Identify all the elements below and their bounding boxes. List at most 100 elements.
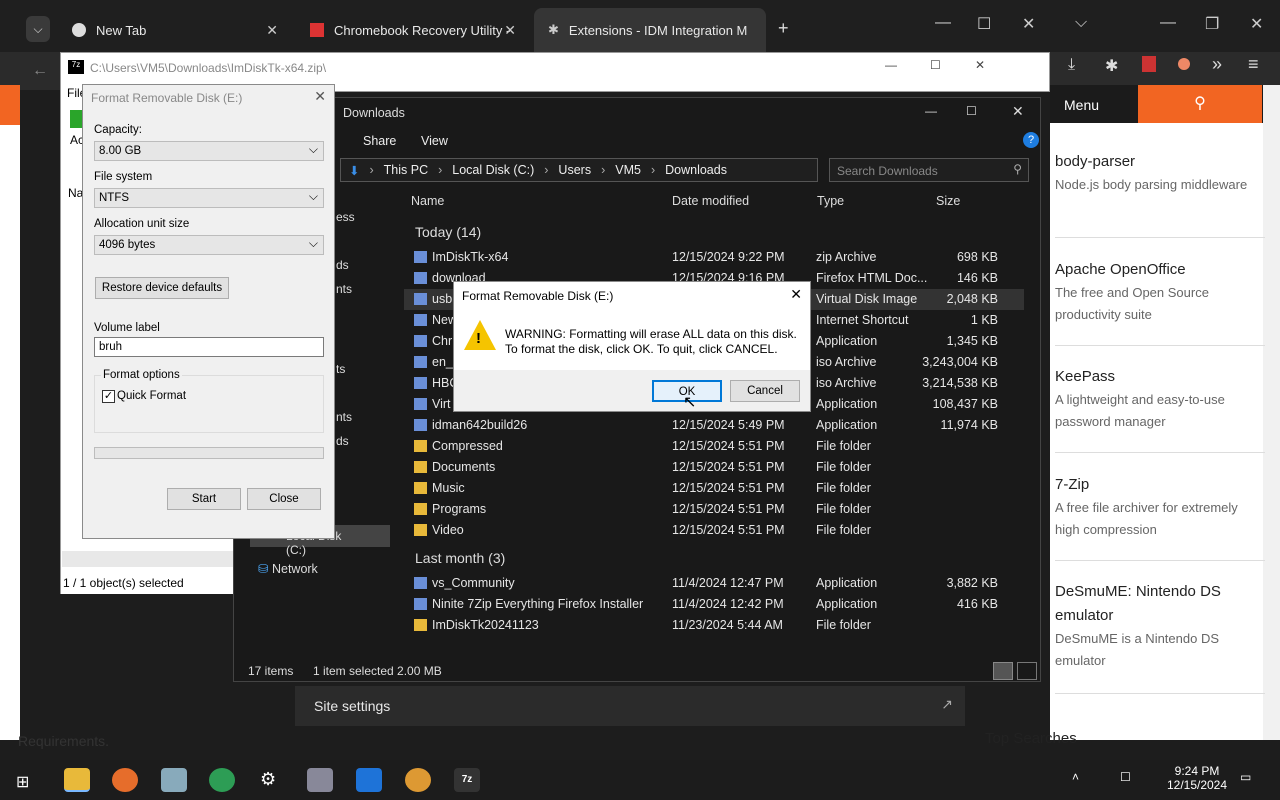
fox-extension-icon[interactable] <box>1178 58 1190 70</box>
breadcrumb-this-pc[interactable]: This PC <box>384 163 428 177</box>
settings-gear-icon[interactable]: ⚙ <box>260 769 276 790</box>
start-icon[interactable]: ⊞ <box>16 772 29 792</box>
ribbon-share[interactable]: Share <box>363 134 396 148</box>
group-last-month[interactable]: Last month (3) <box>415 550 505 566</box>
close-button[interactable]: Close <box>247 488 321 510</box>
file-row[interactable]: Ninite 7Zip Everything Firefox Installer… <box>404 594 1024 615</box>
nav-partial[interactable]: nts <box>336 410 352 424</box>
details-view-icon[interactable] <box>993 662 1013 680</box>
close-icon[interactable]: ✕ <box>1022 14 1035 34</box>
site-search-button[interactable]: ⚲ <box>1138 85 1262 123</box>
hamburger-icon[interactable]: ≡ <box>1248 54 1259 75</box>
item-title[interactable]: body-parser <box>1055 150 1265 174</box>
7zip-icon[interactable]: 7z <box>454 768 480 792</box>
file-row[interactable]: Music 12/15/2024 5:51 PM File folder <box>404 478 1024 499</box>
nav-partial[interactable]: nts <box>336 282 352 296</box>
list-item[interactable]: 7-Zip A free file archiver for extremely… <box>1055 473 1265 561</box>
breadcrumb-vm5[interactable]: VM5 <box>615 163 641 177</box>
quick-format-checkbox[interactable]: ✓ <box>102 390 115 403</box>
menu-button[interactable]: Menu <box>1064 97 1099 113</box>
clock[interactable]: 9:24 PM 12/15/2024 <box>1165 764 1229 792</box>
close-icon[interactable]: ✕ <box>314 88 326 105</box>
file-row[interactable]: vs_Community 11/4/2024 12:47 PM Applicatio… <box>404 573 1024 594</box>
column-size[interactable]: Size <box>936 194 960 208</box>
minimize-icon[interactable]: — <box>935 14 951 32</box>
close-icon[interactable]: ✕ <box>790 286 802 303</box>
group-today[interactable]: Today (14) <box>415 224 481 240</box>
filesystem-select[interactable]: NTFS <box>94 188 324 208</box>
breadcrumb-downloads[interactable]: Downloads <box>665 163 727 177</box>
app-icon[interactable] <box>161 768 187 792</box>
close-icon[interactable]: ✕ <box>1250 14 1263 34</box>
breadcrumb-users[interactable]: Users <box>558 163 591 177</box>
breadcrumb-local-disk[interactable]: Local Disk (C:) <box>452 163 534 177</box>
start-button[interactable]: Start <box>167 488 241 510</box>
extension-icon[interactable]: ✱ <box>1105 56 1118 76</box>
address-bar[interactable]: ⬇ › This PC › Local Disk (C:) › Users › … <box>340 158 818 182</box>
double-chevron-icon[interactable]: » <box>1212 54 1222 75</box>
ribbon-view[interactable]: View <box>421 134 448 148</box>
file-row[interactable]: Video 12/15/2024 5:51 PM File folder <box>404 520 1024 541</box>
close-icon[interactable]: ✕ <box>975 58 985 72</box>
file-row[interactable]: idman642build26 12/15/2024 5:49 PM Applica… <box>404 415 1024 436</box>
nav-network[interactable]: ⛁ Network <box>258 561 318 576</box>
item-title[interactable]: Apache OpenOffice <box>1055 258 1265 282</box>
tab-extensions[interactable]: ✱ Extensions - IDM Integration M <box>534 8 766 52</box>
nav-partial[interactable]: ts <box>336 362 345 376</box>
tiles-view-icon[interactable] <box>1017 662 1037 680</box>
site-settings-row[interactable]: Site settings ↗ <box>295 686 965 726</box>
close-tab-icon[interactable]: ✕ <box>504 22 516 39</box>
close-tab-icon[interactable]: ✕ <box>266 22 278 39</box>
back-arrow-icon[interactable]: ← <box>32 62 48 80</box>
calendar-icon[interactable] <box>356 768 382 792</box>
column-type[interactable]: Type <box>817 194 844 208</box>
cancel-button[interactable]: Cancel <box>730 380 800 402</box>
capacity-select[interactable]: 8.00 GB <box>94 141 324 161</box>
app-icon[interactable] <box>307 768 333 792</box>
firefox-icon[interactable] <box>112 768 138 792</box>
restore-icon[interactable]: ❐ <box>1205 14 1219 34</box>
maximize-icon[interactable]: ☐ <box>966 104 977 118</box>
tab-new-tab[interactable]: New Tab ✕ <box>58 8 290 52</box>
search-input[interactable]: Search Downloads ⚲ <box>829 158 1029 182</box>
maximize-icon[interactable]: ☐ <box>977 14 991 34</box>
item-title[interactable]: DeSmuME: Nintendo DS emulator <box>1055 580 1265 628</box>
restore-defaults-button[interactable]: Restore device defaults <box>95 277 229 299</box>
file-row[interactable]: Programs 12/15/2024 5:51 PM File folder <box>404 499 1024 520</box>
quick-format-label[interactable]: Quick Format <box>117 390 186 402</box>
list-item[interactable]: body-parser Node.js body parsing middlew… <box>1055 150 1265 238</box>
file-row[interactable]: ImDiskTk20241123 11/23/2024 5:44 AM File f… <box>404 615 1024 636</box>
file-row[interactable]: Compressed 12/15/2024 5:51 PM File folder <box>404 436 1024 457</box>
minimize-icon[interactable]: — <box>925 104 937 118</box>
nav-partial[interactable]: ess <box>336 210 355 224</box>
new-tab-button[interactable]: + <box>778 18 789 39</box>
file-explorer-icon[interactable] <box>64 768 90 792</box>
tray-network-icon[interactable]: ☐ <box>1120 770 1131 784</box>
list-item[interactable]: DeSmuME: Nintendo DS emulator DeSmuME is… <box>1055 580 1265 694</box>
column-name[interactable]: Name <box>411 194 444 208</box>
close-icon[interactable]: ✕ <box>1012 103 1024 120</box>
notification-icon[interactable]: ▭ <box>1240 770 1251 784</box>
file-row[interactable]: ImDiskTk-x64 12/15/2024 9:22 PM zip Archiv… <box>404 247 1024 268</box>
tab-search-button[interactable]: ⌵ <box>26 16 50 42</box>
volume-input[interactable]: bruh <box>94 337 324 357</box>
file-row[interactable]: Documents 12/15/2024 5:51 PM File folder <box>404 457 1024 478</box>
minimize-icon[interactable]: — <box>885 58 897 72</box>
column-date[interactable]: Date modified <box>672 194 749 208</box>
tray-chevron-icon[interactable]: ˄ <box>1072 770 1079 784</box>
download-icon[interactable]: ⤓ <box>1068 56 1075 74</box>
chevron-down-icon[interactable]: ⌵ <box>1075 14 1087 32</box>
idm-extension-icon[interactable] <box>1142 56 1156 72</box>
allocation-select[interactable]: 4096 bytes <box>94 235 324 255</box>
chrome-icon[interactable] <box>405 768 431 792</box>
list-item[interactable]: Apache OpenOffice The free and Open Sour… <box>1055 258 1265 346</box>
scrollbar[interactable] <box>1263 85 1280 740</box>
nav-partial[interactable]: ds <box>336 258 349 272</box>
zip-scrollbar[interactable] <box>62 551 237 567</box>
item-title[interactable]: KeePass <box>1055 365 1265 389</box>
list-item[interactable]: KeePass A lightweight and easy-to-use pa… <box>1055 365 1265 453</box>
nav-partial[interactable]: ds <box>336 434 349 448</box>
item-title[interactable]: 7-Zip <box>1055 473 1265 497</box>
help-icon[interactable]: ? <box>1023 132 1039 148</box>
maximize-icon[interactable]: ☐ <box>930 58 941 72</box>
